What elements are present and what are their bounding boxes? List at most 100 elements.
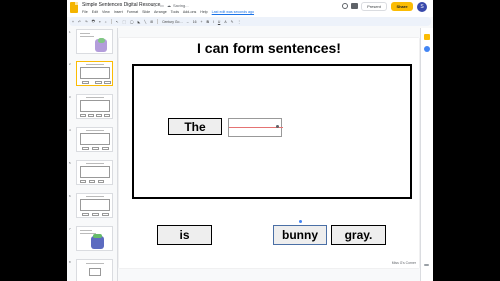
left-black-bar — [0, 0, 67, 281]
thumb-word — [96, 114, 102, 117]
thumb-text-line — [80, 230, 92, 231]
thumb-text-line — [86, 263, 104, 264]
thumb-text-line — [80, 33, 90, 34]
star-icon[interactable]: ☆ — [153, 3, 157, 8]
slide-filmstrip: 1 2 3 4 5 6 7 8 — [67, 28, 117, 281]
paint-format-icon[interactable]: ⌖ — [99, 20, 101, 24]
thumb-text-line — [86, 163, 104, 164]
undo-icon[interactable]: ↶ — [78, 20, 81, 24]
zoom-icon[interactable]: ⌕ — [105, 20, 107, 24]
italic-icon[interactable]: I — [213, 20, 214, 24]
word-card-is[interactable]: is — [157, 225, 212, 245]
move-folder-icon[interactable]: ▭ — [160, 3, 164, 8]
comment-icon[interactable] — [351, 3, 358, 9]
font-size-decrease-icon[interactable]: – — [187, 20, 189, 24]
thumb-word — [98, 180, 104, 183]
history-icon[interactable] — [342, 3, 348, 9]
slide-thumbnail-5[interactable] — [76, 160, 113, 185]
credit-text: Miss G's Corner — [391, 261, 416, 265]
slide-thumbnail-2[interactable] — [76, 61, 113, 86]
thumb-word — [102, 213, 109, 216]
avatar[interactable]: S — [417, 2, 427, 12]
highlight-icon[interactable]: ✎ — [231, 20, 234, 24]
menu-format[interactable]: Format — [127, 10, 138, 14]
redo-icon[interactable]: ↷ — [85, 20, 88, 24]
thumb-number: 4 — [69, 128, 71, 132]
cloud-status-icon: ☁ — [167, 3, 171, 8]
side-panel-rail — [420, 28, 433, 281]
menu-insert[interactable]: Insert — [114, 10, 123, 14]
text-color-icon[interactable]: A — [224, 20, 226, 24]
select-icon[interactable]: ↖ — [116, 20, 119, 24]
slide-thumbnail-7[interactable] — [76, 226, 113, 251]
table-icon[interactable]: ⊞ — [150, 20, 153, 24]
more-options-icon[interactable]: ⋮ — [237, 20, 240, 24]
menu-tools[interactable]: Tools — [171, 10, 179, 14]
new-slide-icon[interactable]: + — [72, 20, 74, 24]
shape-icon[interactable]: ◯ — [130, 20, 134, 24]
thumb-text-line — [86, 64, 104, 65]
collapse-panel-icon[interactable] — [424, 264, 429, 266]
thumb-word — [82, 147, 89, 150]
thumb-word — [95, 81, 102, 84]
last-edit-link[interactable]: Last edit was seconds ago — [212, 10, 254, 14]
menu-edit[interactable]: Edit — [92, 10, 98, 14]
thumb-text-line — [86, 97, 104, 98]
document-title[interactable]: Simple Sentences Digital Resource — [82, 2, 160, 8]
thumb-text-line — [86, 196, 104, 197]
slide-thumbnail-1[interactable] — [76, 29, 113, 54]
word-card-gray[interactable]: gray. — [331, 225, 386, 245]
line-icon[interactable]: ╲ — [144, 20, 146, 24]
toolbar-divider — [157, 19, 159, 24]
slide-thumbnail-3[interactable] — [76, 94, 113, 119]
saving-status: Saving... — [173, 3, 189, 8]
slide[interactable]: I can form sentences! The is bunny gray.… — [119, 38, 419, 268]
thumb-number: 8 — [69, 260, 71, 264]
bold-icon[interactable]: B — [206, 20, 208, 24]
toolbar-divider — [110, 19, 112, 24]
slide-thumbnail-4[interactable] — [76, 127, 113, 152]
menu-arrange[interactable]: Arrange — [154, 10, 167, 14]
rotate-handle-icon[interactable] — [299, 220, 302, 223]
menu-slide[interactable]: Slide — [142, 10, 150, 14]
slide-title[interactable]: I can form sentences! — [119, 40, 419, 56]
thumb-frame — [80, 100, 110, 112]
underline-icon[interactable]: U — [218, 20, 220, 24]
tasks-icon[interactable] — [424, 46, 430, 52]
image-icon[interactable]: ◣ — [138, 20, 141, 24]
title-bar: Simple Sentences Digital Resource ☆ ▭ ☁ … — [67, 0, 433, 17]
word-card-bunny[interactable]: bunny — [273, 225, 327, 245]
menu-addons[interactable]: Add-ons — [183, 10, 196, 14]
slides-logo-icon[interactable] — [70, 2, 78, 13]
menu-view[interactable]: View — [102, 10, 110, 14]
slides-app: Simple Sentences Digital Resource ☆ ▭ ☁ … — [67, 0, 433, 281]
font-size-input[interactable]: 16 — [193, 20, 197, 24]
thumb-frame — [80, 67, 110, 79]
thumb-number: 3 — [69, 95, 71, 99]
thumb-word — [104, 114, 110, 117]
slide-thumbnail-6[interactable] — [76, 193, 113, 218]
sentence-frame[interactable]: The — [132, 64, 412, 199]
present-button[interactable]: Present — [361, 2, 387, 11]
thumb-word — [92, 213, 99, 216]
word-card-the[interactable]: The — [168, 118, 222, 135]
font-select[interactable]: Century Go… — [162, 20, 183, 24]
toolbar: + ↶ ↷ 🖶 ⌖ ⌕ ↖ ⬚ ◯ ◣ ╲ ⊞ Century Go… – 16… — [69, 17, 431, 26]
thumb-owl-hat — [93, 234, 102, 238]
filmstrip-divider[interactable] — [117, 28, 118, 281]
thumb-frame — [80, 166, 110, 178]
thumb-number: 6 — [69, 194, 71, 198]
thumb-bunny-ears — [98, 38, 105, 43]
thumb-word — [82, 81, 89, 84]
empty-word-slot[interactable] — [228, 118, 283, 137]
slide-thumbnail-8[interactable] — [76, 259, 113, 281]
text-box-icon[interactable]: ⬚ — [123, 20, 126, 24]
share-button[interactable]: Share — [391, 2, 413, 11]
font-size-increase-icon[interactable]: + — [200, 20, 202, 24]
menu-help[interactable]: Help — [200, 10, 207, 14]
drag-handle-icon[interactable] — [276, 125, 279, 128]
menu-file[interactable]: File — [82, 10, 88, 14]
keep-icon[interactable] — [424, 34, 430, 40]
print-icon[interactable]: 🖶 — [92, 19, 95, 25]
thumb-word — [92, 147, 99, 150]
